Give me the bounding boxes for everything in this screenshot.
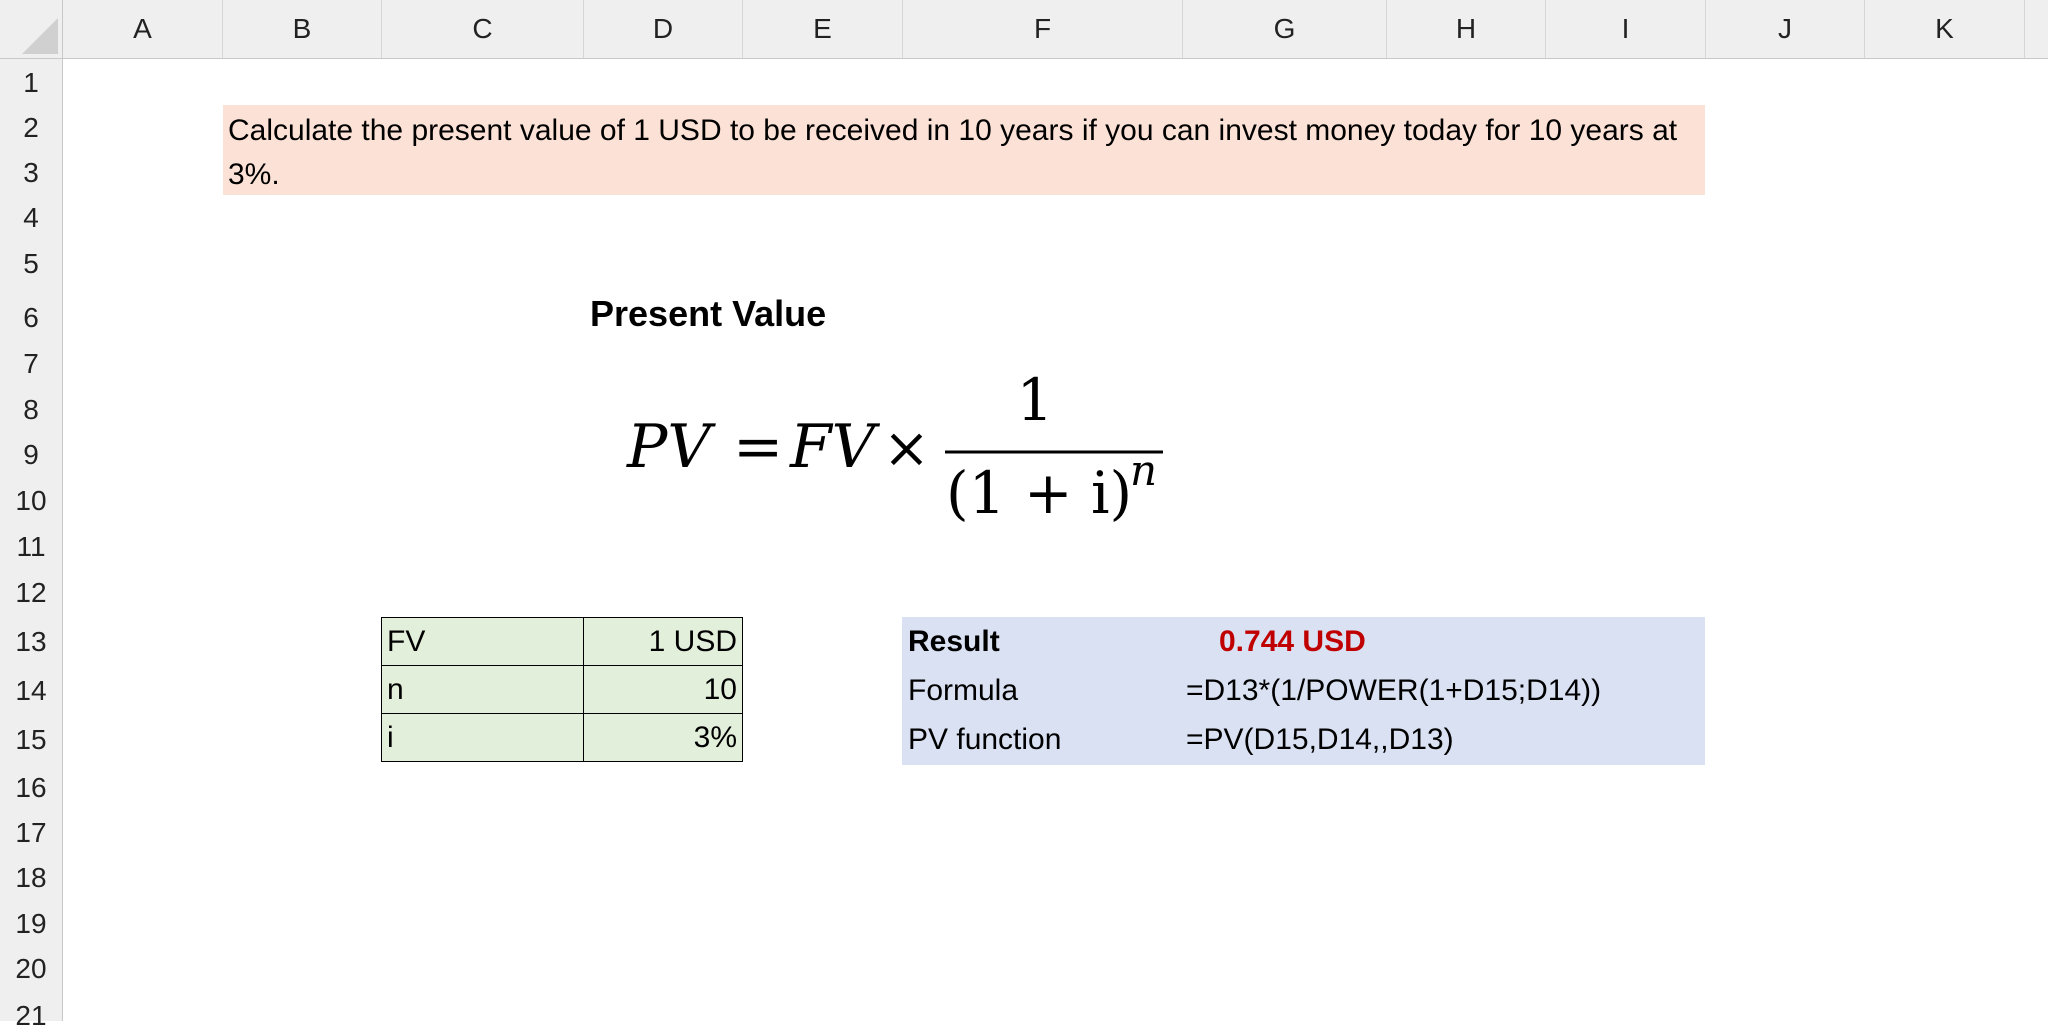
row-header-19[interactable]: 19 <box>0 908 62 940</box>
row-header-21[interactable]: 21 <box>0 1000 62 1032</box>
select-all-triangle-icon <box>22 18 58 54</box>
formula-numerator: 1 <box>1017 366 1054 434</box>
input-label-fv[interactable]: FV <box>381 617 584 666</box>
row-header-18[interactable]: 18 <box>0 862 62 894</box>
formula-times: × <box>883 416 930 481</box>
formula-exponent: n <box>1130 446 1157 495</box>
row-header-4[interactable]: 4 <box>0 202 62 234</box>
row-header-10[interactable]: 10 <box>0 485 62 517</box>
column-header-h[interactable]: H <box>1387 0 1546 58</box>
row-header-3[interactable]: 3 <box>0 157 62 189</box>
formula-fv: FV <box>789 412 881 482</box>
select-all-corner[interactable] <box>0 0 63 59</box>
input-value-n[interactable]: 10 <box>583 665 743 714</box>
row-header-14[interactable]: 14 <box>0 675 62 707</box>
row-header-8[interactable]: 8 <box>0 394 62 426</box>
row-header-9[interactable]: 9 <box>0 439 62 471</box>
row-header-7[interactable]: 7 <box>0 348 62 380</box>
column-header-k[interactable]: K <box>1865 0 2025 58</box>
input-label-i[interactable]: i <box>381 713 584 762</box>
row-header-12[interactable]: 12 <box>0 577 62 609</box>
column-header-g[interactable]: G <box>1183 0 1387 58</box>
formula-value[interactable]: =D13*(1/POWER(1+D15;D14)) <box>1186 666 1601 715</box>
row-header-2[interactable]: 2 <box>0 112 62 144</box>
row-headers: 1 2 3 4 5 6 7 8 9 10 11 12 13 14 15 16 1… <box>0 59 63 1031</box>
table-row: n 10 <box>381 665 743 714</box>
input-value-fv[interactable]: 1 USD <box>583 617 743 666</box>
inputs-table: FV 1 USD n 10 i 3% <box>381 617 743 762</box>
table-row: i 3% <box>381 713 743 762</box>
result-label[interactable]: Result <box>908 617 1000 666</box>
table-row: FV 1 USD <box>381 617 743 666</box>
row-header-15[interactable]: 15 <box>0 724 62 756</box>
row-header-16[interactable]: 16 <box>0 772 62 804</box>
row-header-17[interactable]: 17 <box>0 817 62 849</box>
formula-label[interactable]: Formula <box>908 666 1018 715</box>
column-headers: A B C D E F G H I J K <box>63 0 2048 59</box>
present-value-title: Present Value <box>590 293 827 334</box>
formula-equals: = <box>733 412 783 482</box>
row-header-11[interactable]: 11 <box>0 531 62 563</box>
pv-function-value[interactable]: =PV(D15,D14,,D13) <box>1186 715 1454 764</box>
column-header-j[interactable]: J <box>1706 0 1865 58</box>
input-value-i[interactable]: 3% <box>583 713 743 762</box>
pv-function-row: PV function =PV(D15,D14,,D13) <box>902 715 1705 764</box>
column-header-f[interactable]: F <box>903 0 1183 58</box>
result-panel: Result 0.744 USD Formula =D13*(1/POWER(1… <box>902 617 1705 765</box>
column-header-i[interactable]: I <box>1546 0 1706 58</box>
row-header-5[interactable]: 5 <box>0 248 62 280</box>
row-header-1[interactable]: 1 <box>0 67 62 99</box>
column-header-d[interactable]: D <box>584 0 743 58</box>
input-label-n[interactable]: n <box>381 665 584 714</box>
task-description-cell[interactable]: Calculate the present value of 1 USD to … <box>223 105 1705 195</box>
column-header-a[interactable]: A <box>63 0 223 58</box>
formula-denominator: (1 + i) <box>946 459 1132 527</box>
result-value[interactable]: 0.744 USD <box>1219 617 1366 666</box>
row-header-20[interactable]: 20 <box>0 953 62 985</box>
formula-pv: PV <box>626 412 716 482</box>
pv-function-label[interactable]: PV function <box>908 715 1061 764</box>
row-header-13[interactable]: 13 <box>0 626 62 658</box>
column-header-c[interactable]: C <box>382 0 584 58</box>
row-header-6[interactable]: 6 <box>0 302 62 334</box>
formula-row: Formula =D13*(1/POWER(1+D15;D14)) <box>902 666 1705 715</box>
result-row: Result 0.744 USD <box>902 617 1705 666</box>
column-header-e[interactable]: E <box>743 0 903 58</box>
task-description-text: Calculate the present value of 1 USD to … <box>228 114 1678 191</box>
present-value-formula-image[interactable]: PV = FV × 1 (1 + i) n <box>615 360 1175 540</box>
column-header-b[interactable]: B <box>223 0 382 58</box>
